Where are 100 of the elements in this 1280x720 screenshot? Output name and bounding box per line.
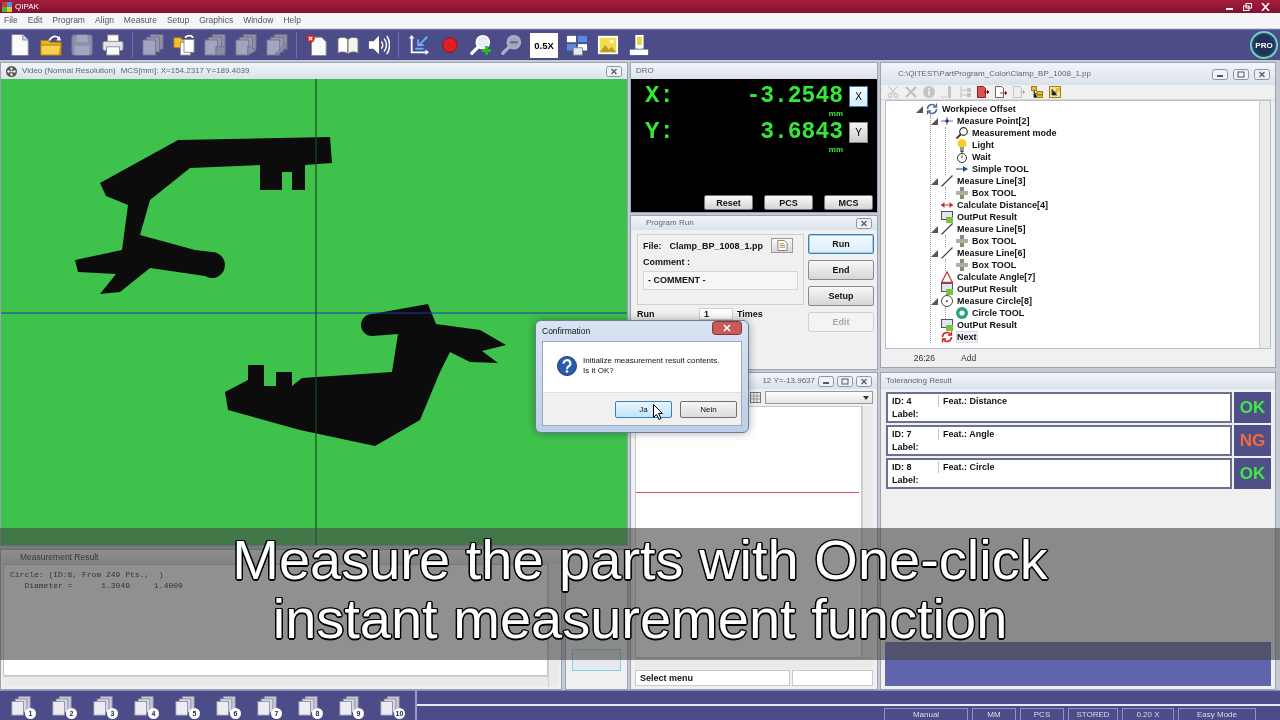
book-icon[interactable] <box>336 34 359 56</box>
verdict-tile: NG <box>1234 425 1271 456</box>
menu-item[interactable]: File <box>4 15 18 26</box>
expander-icon[interactable] <box>916 105 923 113</box>
tree-item[interactable]: OutPut Result <box>956 211 1018 223</box>
magnification-button[interactable]: 0.5X <box>530 32 558 58</box>
tree-item[interactable]: Box TOOL <box>971 187 1018 199</box>
axes-arrows-icon[interactable] <box>407 34 430 56</box>
expander-icon[interactable] <box>931 177 938 185</box>
close-icon[interactable] <box>856 375 872 387</box>
tree-item[interactable]: Workpiece Offset <box>941 103 1017 115</box>
monitor-icon <box>941 319 953 331</box>
expander-icon[interactable] <box>931 117 938 125</box>
tree-item[interactable]: Circle TOOL <box>971 307 1026 319</box>
double-arrow-icon <box>941 199 953 211</box>
menu-item[interactable]: Measure <box>123 15 157 26</box>
menu-item[interactable]: Setup <box>166 15 190 26</box>
label-caption: Label: <box>892 407 920 421</box>
tree-item[interactable]: OutPut Result <box>956 283 1018 295</box>
menu-item[interactable]: Program <box>52 15 85 26</box>
close-icon[interactable] <box>606 65 622 77</box>
program-button[interactable]: End <box>808 260 874 280</box>
page-arrow-icon[interactable] <box>995 86 1007 98</box>
page-icon[interactable] <box>8 34 31 56</box>
folder-tree-icon[interactable] <box>1049 86 1061 98</box>
picture-icon[interactable] <box>596 34 619 56</box>
magnifier-plus-icon[interactable] <box>469 34 492 56</box>
circular-arrows-icon <box>941 331 953 343</box>
speaker-icon[interactable] <box>367 34 390 56</box>
tree-item[interactable]: Next <box>956 331 978 343</box>
tree-item[interactable]: Measure Line[6] <box>956 247 1027 259</box>
cross-block-icon <box>956 187 968 199</box>
pages-stack-icon <box>298 695 318 716</box>
horizontal-scrollbar[interactable] <box>3 676 548 687</box>
axis-button[interactable]: X <box>849 85 868 107</box>
menu-item[interactable]: Help <box>283 15 301 26</box>
dialog-button[interactable]: Nein <box>680 400 737 418</box>
result-line: Circle: (ID:8, From 249 Pts., ) <box>10 569 165 580</box>
tree-item[interactable]: Measure Circle[8] <box>956 295 1034 307</box>
tree-item[interactable]: Calculate Distance[4] <box>956 199 1050 211</box>
diagonal-line-icon <box>941 175 953 187</box>
folder-pages-icon[interactable] <box>172 34 195 56</box>
restore-icon[interactable] <box>1243 2 1252 11</box>
mouse-pointer-icon <box>653 404 663 420</box>
status-field: Easy Mode <box>1178 708 1256 720</box>
dropdown-field[interactable] <box>765 391 873 404</box>
tree-item[interactable]: Simple TOOL <box>971 163 1030 175</box>
comment-field[interactable]: - COMMENT - <box>643 271 798 290</box>
dro-button[interactable]: MCS <box>824 195 873 210</box>
menu-item[interactable]: Edit <box>27 15 43 26</box>
minimize-icon[interactable] <box>1212 68 1228 80</box>
folder-icon[interactable] <box>39 34 62 56</box>
menu-item[interactable]: Align <box>94 15 114 26</box>
close-icon[interactable] <box>1254 68 1270 80</box>
lamp-icon[interactable] <box>627 34 650 56</box>
grid-icon[interactable] <box>750 392 761 403</box>
arrow-icon <box>956 163 968 175</box>
tree-item[interactable]: Light <box>971 139 995 151</box>
expander-icon[interactable] <box>931 297 938 305</box>
folder-tree-icon[interactable] <box>1031 86 1043 98</box>
circular-arrows-icon <box>926 103 938 115</box>
light-bulb-icon <box>956 139 968 151</box>
window-title: DRO <box>636 66 654 76</box>
run-count-field[interactable]: 1 <box>699 308 733 320</box>
tree-item[interactable]: Calculate Angle[7] <box>956 271 1037 283</box>
program-button[interactable]: Run <box>808 234 874 254</box>
tree-item[interactable]: OutPut Result <box>956 319 1018 331</box>
tree-item[interactable]: Box TOOL <box>971 235 1018 247</box>
tree-item[interactable]: Measure Line[5] <box>956 223 1027 235</box>
status-field: Select menu <box>635 670 791 686</box>
minimize-icon[interactable] <box>818 375 834 387</box>
tree-item[interactable]: Box TOOL <box>971 259 1018 271</box>
axis-button[interactable]: Y <box>849 121 868 143</box>
printer-icon[interactable] <box>101 34 124 56</box>
horizontal-scrollbar[interactable] <box>635 658 873 669</box>
menu-item[interactable]: Graphics <box>199 15 234 26</box>
document-lines-icon <box>776 240 788 251</box>
tree-item[interactable]: Measure Line[3] <box>956 175 1027 187</box>
close-icon[interactable] <box>712 321 742 335</box>
tree-item[interactable]: Wait <box>971 151 992 163</box>
axis-label: Y: <box>645 119 675 145</box>
tiles-icon[interactable] <box>565 34 588 56</box>
tree-item[interactable]: Measurement mode <box>971 127 1058 139</box>
close-icon[interactable] <box>856 217 872 229</box>
browse-button[interactable] <box>771 238 794 253</box>
expander-icon[interactable] <box>931 249 938 257</box>
page-arrow-icon[interactable] <box>977 86 989 98</box>
dialog-message: Initialize measurement result contents. Is it OK? <box>583 356 720 376</box>
label-caption: Label: <box>892 440 920 454</box>
menu-item[interactable]: Window <box>243 15 274 26</box>
dro-button[interactable]: Reset <box>704 195 753 210</box>
monitor-icon <box>941 283 953 295</box>
page-x-icon[interactable] <box>305 34 328 56</box>
dro-button[interactable]: PCS <box>764 195 813 210</box>
vertical-scrollbar[interactable] <box>1259 101 1270 348</box>
tree-item[interactable]: Measure Point[2] <box>956 115 1031 127</box>
dialog-button[interactable]: Ja <box>615 400 672 418</box>
expander-icon[interactable] <box>931 225 938 233</box>
program-button[interactable]: Setup <box>808 286 874 306</box>
dot-icon[interactable] <box>441 37 458 53</box>
